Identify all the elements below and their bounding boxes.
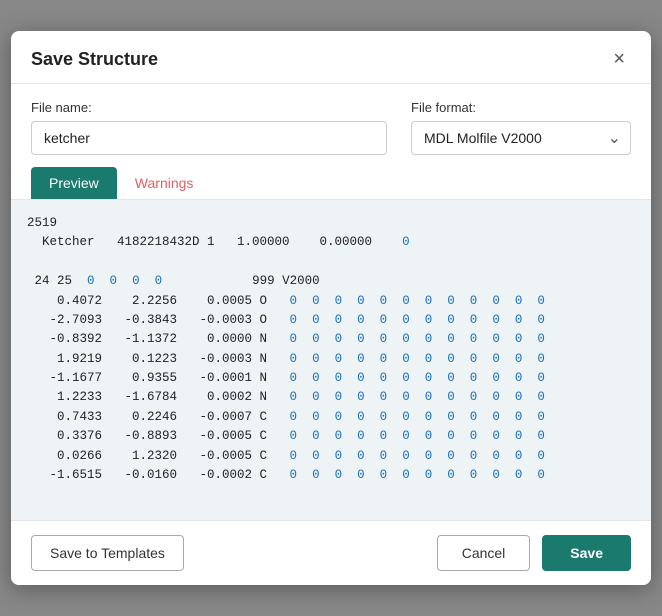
- save-button[interactable]: Save: [542, 535, 631, 571]
- file-name-label: File name:: [31, 100, 387, 115]
- save-structure-dialog: Save Structure × File name: File format:…: [11, 31, 651, 585]
- file-format-select[interactable]: MDL Molfile V2000 MDL Molfile V3000 SDF …: [411, 121, 631, 155]
- dialog-header: Save Structure ×: [11, 31, 651, 84]
- form-row: File name: File format: MDL Molfile V200…: [11, 84, 651, 167]
- file-name-group: File name:: [31, 100, 387, 155]
- preview-content: 2519 Ketcher 4182218432D 1 1.00000 0.000…: [11, 200, 651, 520]
- file-name-input[interactable]: [31, 121, 387, 155]
- save-to-templates-button[interactable]: Save to Templates: [31, 535, 184, 571]
- tab-preview[interactable]: Preview: [31, 167, 117, 199]
- close-button[interactable]: ×: [607, 47, 631, 71]
- cancel-button[interactable]: Cancel: [437, 535, 531, 571]
- file-format-wrapper: MDL Molfile V2000 MDL Molfile V3000 SDF …: [411, 121, 631, 155]
- file-format-label: File format:: [411, 100, 631, 115]
- dialog-footer: Save to Templates Cancel Save: [11, 520, 651, 585]
- tabs-row: Preview Warnings: [11, 167, 651, 200]
- preview-text: 2519 Ketcher 4182218432D 1 1.00000 0.000…: [27, 216, 545, 482]
- tab-warnings[interactable]: Warnings: [117, 167, 212, 199]
- dialog-title: Save Structure: [31, 49, 158, 70]
- file-format-group: File format: MDL Molfile V2000 MDL Molfi…: [411, 100, 631, 155]
- footer-right-actions: Cancel Save: [437, 535, 631, 571]
